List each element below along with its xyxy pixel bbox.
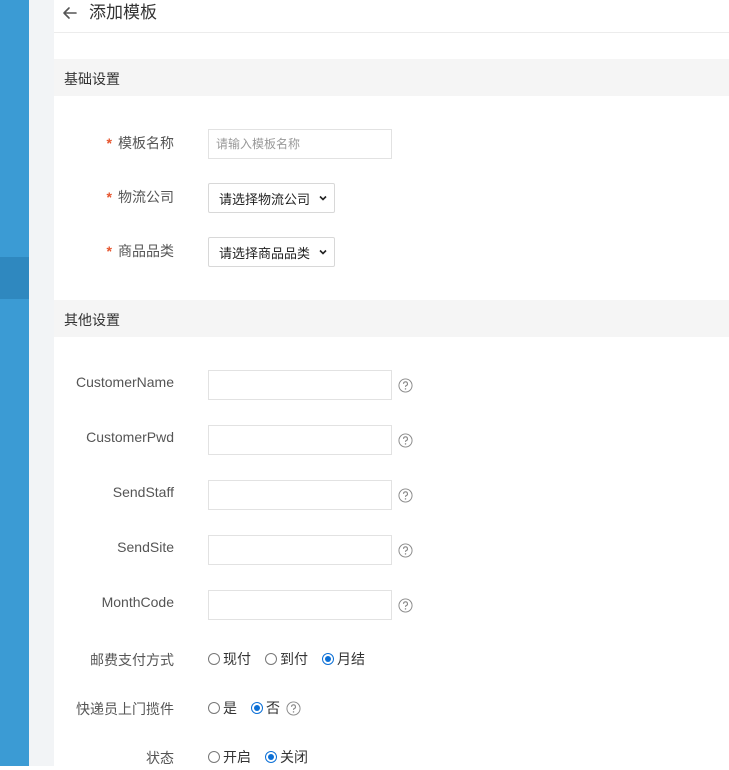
help-icon[interactable]	[398, 433, 413, 448]
row-logistics-company: * 物流公司 请选择物流公司	[54, 183, 729, 213]
row-template-name: * 模板名称	[54, 129, 729, 159]
radio-button[interactable]	[208, 702, 220, 714]
logistics-company-select[interactable]: 请选择物流公司	[208, 183, 335, 213]
row-product-category: * 商品品类 请选择商品品类	[54, 237, 729, 267]
template-name-input[interactable]	[208, 129, 392, 159]
help-icon[interactable]	[398, 598, 413, 613]
row-customer-pwd: CustomerPwd	[54, 425, 729, 455]
row-courier-pickup: 快递员上门揽件 是 否	[54, 691, 729, 721]
product-category-label: * 商品品类	[106, 243, 174, 259]
section-basic: 基础设置	[54, 59, 729, 96]
page-title: 添加模板	[89, 3, 157, 22]
month-code-label: MonthCode	[101, 594, 174, 610]
radio-button[interactable]	[208, 653, 220, 665]
row-send-site: SendSite	[54, 535, 729, 565]
row-month-code: MonthCode	[54, 590, 729, 620]
radio-button[interactable]	[265, 653, 277, 665]
page-header: 添加模板	[54, 0, 729, 33]
radio-option-cod[interactable]: 到付	[265, 649, 308, 669]
customer-name-label: CustomerName	[75, 374, 174, 390]
section-other: 其他设置	[54, 300, 729, 337]
row-send-staff: SendStaff	[54, 480, 729, 510]
radio-option-disable[interactable]: 关闭	[265, 747, 308, 767]
row-postage-payment: 邮费支付方式 现付 到付 月结	[54, 642, 729, 672]
customer-pwd-label: CustomerPwd	[86, 429, 174, 445]
status-radio-group: 开启 关闭	[208, 747, 322, 767]
postage-payment-label: 邮费支付方式	[90, 652, 174, 668]
radio-option-enable[interactable]: 开启	[208, 747, 251, 767]
main-content: 添加模板 基础设置 *模板名称 *物流公司 请选择物流公司 *商品品类 请选择商…	[54, 0, 729, 766]
chevron-down-icon	[319, 249, 327, 255]
send-staff-input[interactable]	[208, 480, 392, 510]
radio-option-monthly[interactable]: 月结	[322, 649, 365, 669]
radio-button-selected[interactable]	[322, 653, 334, 665]
month-code-input[interactable]	[208, 590, 392, 620]
courier-pickup-radio-group: 是 否	[208, 698, 301, 718]
row-customer-name: CustomerName	[54, 370, 729, 400]
content-gutter	[29, 0, 54, 766]
arrow-left-icon[interactable]	[60, 3, 80, 23]
help-icon[interactable]	[398, 488, 413, 503]
radio-button-selected[interactable]	[265, 751, 277, 763]
courier-pickup-label: 快递员上门揽件	[76, 701, 174, 717]
postage-payment-radio-group: 现付 到付 月结	[208, 649, 379, 669]
logistics-company-label: * 物流公司	[106, 189, 174, 205]
section-basic-title: 基础设置	[64, 71, 120, 87]
send-site-input[interactable]	[208, 535, 392, 565]
required-mark: *	[106, 243, 112, 259]
customer-name-input[interactable]	[208, 370, 392, 400]
send-site-label: SendSite	[117, 539, 174, 555]
sidebar-active-item[interactable]	[0, 257, 29, 299]
status-label: 状态	[146, 750, 174, 766]
required-mark: *	[106, 135, 112, 151]
product-category-select[interactable]: 请选择商品品类	[208, 237, 335, 267]
radio-option-yes[interactable]: 是	[208, 698, 237, 718]
radio-button-selected[interactable]	[251, 702, 263, 714]
product-category-selected: 请选择商品品类	[219, 245, 311, 261]
chevron-down-icon	[319, 195, 327, 201]
radio-option-cash[interactable]: 现付	[208, 649, 251, 669]
sidebar	[0, 0, 29, 766]
help-icon[interactable]	[398, 543, 413, 558]
customer-pwd-input[interactable]	[208, 425, 392, 455]
template-name-label: * 模板名称	[106, 135, 174, 151]
radio-option-no[interactable]: 否	[251, 698, 280, 718]
logistics-company-selected: 请选择物流公司	[219, 191, 311, 207]
section-other-title: 其他设置	[64, 312, 120, 328]
help-icon[interactable]	[286, 700, 301, 716]
radio-button[interactable]	[208, 751, 220, 763]
help-icon[interactable]	[398, 378, 413, 393]
send-staff-label: SendStaff	[112, 484, 174, 500]
required-mark: *	[106, 189, 112, 205]
